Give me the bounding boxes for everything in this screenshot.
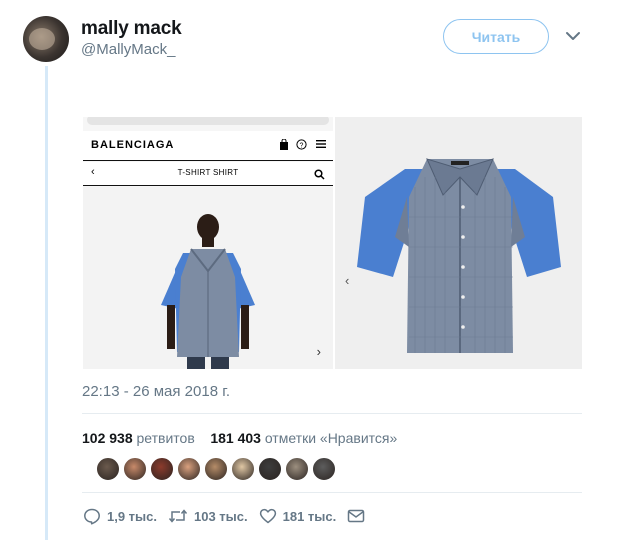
product-nav-bar: ‹ T-SHIRT SHIRT xyxy=(83,162,333,186)
liker-avatar[interactable] xyxy=(96,457,120,481)
browser-url-bar xyxy=(87,117,329,125)
reply-button[interactable]: 1,9 тыс. xyxy=(83,507,157,525)
next-arrow-icon: › xyxy=(316,344,321,359)
product-title: T-SHIRT SHIRT xyxy=(177,168,239,177)
retweet-action-count: 103 тыс. xyxy=(194,508,248,524)
tweet-media[interactable]: BALENCIAGA ? ‹ T-SHIRT SHIRT › ‹ xyxy=(83,117,582,369)
liker-avatar[interactable] xyxy=(231,457,255,481)
liker-avatar[interactable] xyxy=(204,457,228,481)
tweet-timestamp[interactable]: 22:13 - 26 мая 2018 г. xyxy=(82,383,230,400)
heart-icon xyxy=(259,508,276,524)
liker-avatars xyxy=(96,457,336,483)
divider xyxy=(82,413,582,414)
retweet-label[interactable]: ретвитов xyxy=(137,430,195,446)
user-handle[interactable]: @MallyMack_ xyxy=(81,41,175,58)
liker-avatar[interactable] xyxy=(285,457,309,481)
envelope-icon xyxy=(348,509,365,523)
retweet-count[interactable]: 102 938 xyxy=(82,430,133,446)
help-icon: ? xyxy=(296,139,307,153)
liker-avatar[interactable] xyxy=(177,457,201,481)
like-button[interactable]: 181 тыс. xyxy=(259,507,337,525)
liker-avatar[interactable] xyxy=(312,457,336,481)
product-shirt-illustration xyxy=(357,158,561,353)
display-name[interactable]: mally mack xyxy=(81,18,182,40)
liker-avatar[interactable] xyxy=(258,457,282,481)
liker-avatar[interactable] xyxy=(150,457,174,481)
dm-button[interactable] xyxy=(347,508,371,524)
thread-line xyxy=(45,66,48,540)
engagement-stats: 102 938 ретвитов 181 403 отметки «Нравит… xyxy=(82,430,397,446)
prev-arrow-icon: ‹ xyxy=(345,273,350,288)
like-label[interactable]: отметки «Нравится» xyxy=(265,430,397,446)
search-icon xyxy=(314,167,325,185)
reply-icon xyxy=(84,508,100,525)
divider xyxy=(82,492,582,493)
avatar[interactable] xyxy=(23,16,69,62)
svg-text:?: ? xyxy=(300,142,304,149)
chevron-down-icon[interactable] xyxy=(565,30,581,42)
bag-icon xyxy=(279,138,289,153)
like-count[interactable]: 181 403 xyxy=(210,430,261,446)
media-image-product[interactable]: ‹ xyxy=(335,117,582,369)
reply-count: 1,9 тыс. xyxy=(107,508,157,524)
liker-avatar[interactable] xyxy=(123,457,147,481)
menu-icon xyxy=(316,139,326,152)
retweet-button[interactable]: 103 тыс. xyxy=(168,507,248,525)
follow-button[interactable]: Читать xyxy=(443,19,549,54)
retweet-icon xyxy=(168,509,188,523)
site-header: BALENCIAGA ? xyxy=(83,131,333,161)
model-photo: › xyxy=(83,187,333,369)
brand-logo: BALENCIAGA xyxy=(91,139,175,151)
tweet-actions: 1,9 тыс. 103 тыс. 181 тыс. xyxy=(83,505,382,527)
media-image-phone-screenshot[interactable]: BALENCIAGA ? ‹ T-SHIRT SHIRT › xyxy=(83,117,333,369)
like-action-count: 181 тыс. xyxy=(282,508,337,524)
